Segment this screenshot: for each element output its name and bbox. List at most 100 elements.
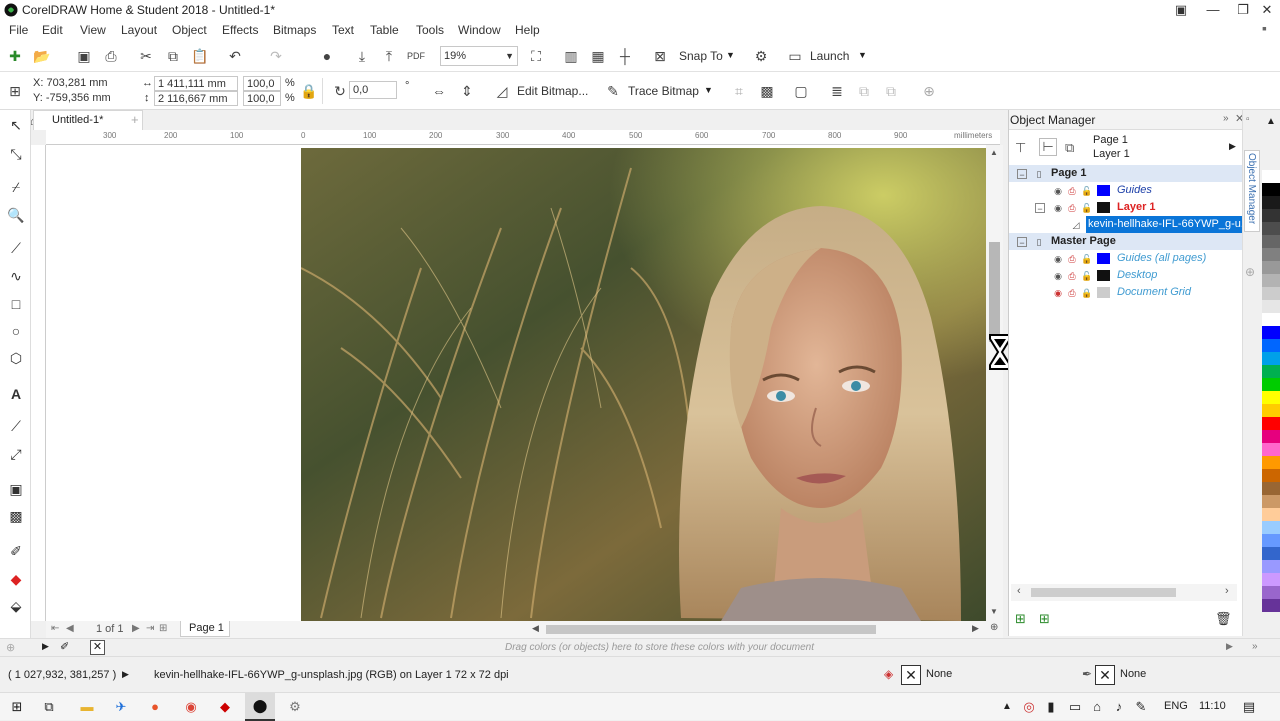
print-layer-icon[interactable]: ⎙ bbox=[1067, 271, 1077, 281]
palette-swatch[interactable] bbox=[1262, 482, 1280, 495]
tray-clock[interactable]: 11:10 bbox=[1199, 700, 1226, 712]
app-blue-icon[interactable]: ✈ bbox=[112, 698, 130, 716]
tray-battery-icon[interactable]: ▭ bbox=[1066, 698, 1084, 716]
copy-icon[interactable]: ⧉ bbox=[164, 47, 182, 65]
panel-hscrollbar[interactable]: ‹ › bbox=[1011, 584, 1237, 601]
scroll-right-icon[interactable]: ▶ bbox=[972, 623, 979, 634]
zoom-level-select[interactable]: 19% ▼ bbox=[440, 46, 518, 66]
tree-desktop[interactable]: ◉ ⎙ 🔓 Desktop bbox=[1009, 267, 1243, 284]
ellipse-tool-icon[interactable]: ○ bbox=[6, 321, 26, 341]
tray-volume-icon[interactable]: ♪ bbox=[1110, 698, 1128, 716]
palette-swatch[interactable] bbox=[1262, 404, 1280, 417]
export-icon[interactable]: ⤒ bbox=[380, 47, 398, 65]
palette-swatch[interactable] bbox=[1262, 508, 1280, 521]
lock-layer-icon[interactable]: 🔓 bbox=[1081, 203, 1092, 213]
open-icon[interactable]: 📂 bbox=[33, 47, 51, 65]
scale-height-field[interactable]: 100,0 bbox=[243, 91, 281, 106]
trace-bitmap-icon[interactable]: ✎ bbox=[604, 82, 622, 100]
zoom-navigator-icon[interactable]: ⊕ bbox=[990, 622, 998, 633]
palette-swatch[interactable] bbox=[1262, 534, 1280, 547]
paste-icon[interactable]: 📋 bbox=[191, 47, 209, 65]
palette-swatch[interactable] bbox=[1262, 365, 1280, 378]
tray-language[interactable]: ENG bbox=[1164, 700, 1188, 712]
tab-untitled-1[interactable]: Untitled-1* bbox=[33, 110, 143, 130]
palette-swatch[interactable] bbox=[1262, 209, 1280, 222]
trace-bitmap-dropdown-icon[interactable]: ▼ bbox=[704, 85, 713, 95]
palette-swatch[interactable] bbox=[1262, 196, 1280, 209]
cut-icon[interactable]: ✂ bbox=[137, 47, 155, 65]
rectangle-tool-icon[interactable]: □ bbox=[6, 294, 26, 314]
bitmap-border-icon[interactable]: ▢ bbox=[792, 82, 810, 100]
eyedropper-icon[interactable]: ✐ bbox=[60, 640, 69, 653]
palette-arrow-icon[interactable]: ▶ bbox=[42, 641, 49, 652]
interactive-fill-icon[interactable]: ◆ bbox=[6, 569, 26, 589]
connector-tool-icon[interactable]: ⤢ bbox=[6, 444, 26, 464]
palette-swatch[interactable] bbox=[1262, 560, 1280, 573]
file-explorer-icon[interactable]: ▬ bbox=[78, 698, 96, 716]
horizontal-ruler[interactable]: 300 200 100 0 100 200 300 400 500 600 70… bbox=[46, 130, 1000, 145]
print-layer-icon[interactable]: ⎙ bbox=[1067, 186, 1077, 196]
launch-button[interactable]: Launch bbox=[810, 49, 849, 63]
tree-guides-all-pages[interactable]: ◉ ⎙ 🔓 Guides (all pages) bbox=[1009, 250, 1243, 267]
acrobat-icon[interactable]: ◆ bbox=[216, 698, 234, 716]
show-guidelines-icon[interactable]: ┼ bbox=[616, 47, 634, 65]
new-tab-icon[interactable]: + bbox=[131, 112, 139, 127]
print-layer-icon[interactable]: ⎙ bbox=[1067, 254, 1077, 264]
options-gear-icon[interactable]: ⚙ bbox=[752, 47, 770, 65]
start-windows-icon[interactable]: ⊞ bbox=[8, 698, 26, 716]
lock-layer-icon[interactable]: 🔓 bbox=[1081, 186, 1092, 196]
layer-options-icon[interactable]: ⧉ bbox=[1065, 140, 1074, 156]
task-view-icon[interactable]: ⧉ bbox=[40, 698, 58, 716]
collapse-icon[interactable]: − bbox=[1017, 237, 1027, 248]
palette-swatch[interactable] bbox=[1262, 495, 1280, 508]
fill-none-swatch[interactable]: ✕ bbox=[901, 665, 921, 685]
add-icon[interactable]: ⊕ bbox=[920, 82, 938, 100]
coreldraw-taskbar-button[interactable]: ⬤ bbox=[245, 693, 275, 721]
palette-swatch[interactable] bbox=[1262, 430, 1280, 443]
edit-bitmap-icon[interactable]: ◿ bbox=[493, 82, 511, 100]
palette-swatch[interactable] bbox=[1262, 469, 1280, 482]
crop-tool-icon[interactable]: ⌿ bbox=[6, 177, 26, 197]
collapse-icon[interactable]: − bbox=[1035, 203, 1045, 214]
add-page-icon[interactable]: ⊞ bbox=[159, 623, 167, 634]
palette-swatch[interactable] bbox=[1262, 417, 1280, 430]
tree-bitmap-object[interactable]: ◿ kevin-hellhake-IFL-66YWP_g-u... bbox=[1009, 216, 1243, 233]
scroll-left-icon[interactable]: ◀ bbox=[532, 623, 539, 634]
text-wrap-icon[interactable]: ≣ bbox=[828, 82, 846, 100]
width-field[interactable]: 1 411,111 mm bbox=[154, 76, 238, 91]
layer-manager-view-icon[interactable]: ⊤ bbox=[1015, 140, 1026, 156]
rotation-field[interactable]: 0,0 bbox=[349, 81, 397, 99]
snap-to-dropdown-icon[interactable]: ▼ bbox=[726, 50, 735, 60]
object-origin-icon[interactable]: ⊞ bbox=[6, 82, 24, 100]
tray-pen-icon[interactable]: ✎ bbox=[1132, 698, 1150, 716]
y-position-field[interactable]: Y: -759,356 mm bbox=[30, 91, 132, 106]
shape-tool-icon[interactable]: ⤡ bbox=[6, 144, 26, 164]
tray-network-icon[interactable]: ⌂ bbox=[1088, 698, 1106, 716]
zoom-tool-icon[interactable]: 🔍 bbox=[6, 205, 26, 225]
object-manager-dock-tab[interactable]: Object Manager bbox=[1244, 150, 1260, 232]
palette-swatch[interactable] bbox=[1262, 339, 1280, 352]
menu-view[interactable]: View bbox=[80, 23, 106, 37]
launch-icon[interactable]: ▭ bbox=[786, 47, 804, 65]
print-layer-icon[interactable]: ⎙ bbox=[1067, 288, 1077, 298]
horizontal-scroll-thumb[interactable] bbox=[546, 625, 876, 634]
palette-swatch[interactable] bbox=[1262, 573, 1280, 586]
group-icon[interactable]: ⧉ bbox=[855, 82, 873, 100]
dock-add-icon[interactable]: ⊕ bbox=[1245, 265, 1255, 279]
new-master-layer-icon[interactable]: ⊞ bbox=[1039, 611, 1050, 627]
smart-fill-icon[interactable]: ⬙ bbox=[6, 596, 26, 616]
palette-swatch[interactable] bbox=[1262, 521, 1280, 534]
import-icon[interactable]: ⤓ bbox=[353, 47, 371, 65]
edit-bitmap-button[interactable]: Edit Bitmap... bbox=[517, 84, 588, 98]
palette-swatch[interactable] bbox=[1262, 313, 1280, 326]
vertical-scrollbar[interactable]: ▲ ▼ bbox=[986, 145, 1003, 621]
scale-width-field[interactable]: 100,0 bbox=[243, 76, 281, 91]
show-grid-icon[interactable]: ▦ bbox=[589, 47, 607, 65]
palette-swatch[interactable] bbox=[1262, 261, 1280, 274]
help-window-icon[interactable]: ▣ bbox=[1166, 0, 1196, 20]
vertical-ruler[interactable] bbox=[31, 145, 46, 621]
x-position-field[interactable]: X: 703,281 mm bbox=[30, 76, 132, 91]
lock-layer-icon[interactable]: 🔓 bbox=[1081, 254, 1092, 264]
visibility-eye-hidden-icon[interactable]: ◉ bbox=[1053, 288, 1063, 298]
palette-swatch[interactable] bbox=[1262, 456, 1280, 469]
